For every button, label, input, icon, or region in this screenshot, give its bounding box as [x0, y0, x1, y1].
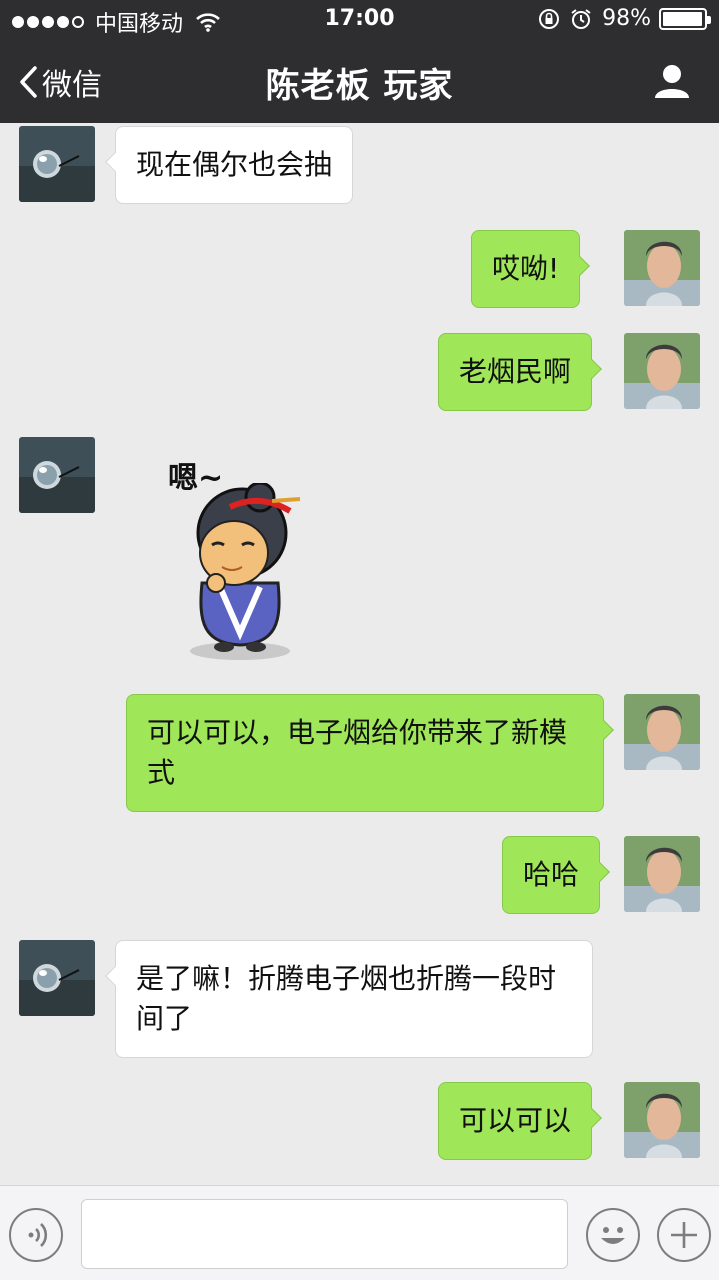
input-bar: [0, 1185, 719, 1280]
battery-fill: [663, 11, 703, 26]
emoji-button[interactable]: [586, 1208, 640, 1262]
message-bubble-outgoing[interactable]: 可以可以，电子烟给你带来了新模式: [126, 694, 614, 812]
my-avatar[interactable]: [624, 333, 700, 409]
contact-avatar[interactable]: [19, 940, 95, 1016]
message-bubble-outgoing[interactable]: 哈哈: [502, 836, 610, 914]
message-bubble-incoming[interactable]: 是了嘛！折腾电子烟也折腾一段时间了: [105, 940, 593, 1058]
bubble-tail: [570, 256, 591, 276]
voice-icon: [28, 1223, 48, 1247]
message-text: 现在偶尔也会抽: [136, 148, 333, 181]
contact-avatar[interactable]: [19, 437, 95, 513]
chat-title: 陈老板 玩家: [265, 66, 454, 106]
message-text: 哈哈: [523, 858, 580, 891]
lock-rotation-icon: [539, 8, 560, 29]
top-bar: 中国移动 17:00 98% 微信 陈老板 玩家: [0, 0, 719, 123]
message-bubble-incoming[interactable]: 现在偶尔也会抽: [105, 126, 354, 204]
message-bubble-outgoing[interactable]: 哎呦!: [471, 230, 591, 308]
alarm-icon: [571, 8, 591, 29]
status-right: 98%: [538, 6, 711, 31]
bubble-tail: [590, 862, 610, 882]
message-text: 可以可以，电子烟给你带来了新模式: [147, 716, 568, 789]
bubble-tail: [594, 720, 614, 740]
my-avatar[interactable]: [624, 230, 700, 306]
my-avatar[interactable]: [624, 836, 700, 912]
status-bar: 中国移动 17:00 98%: [0, 0, 719, 40]
plus-icon: [671, 1222, 697, 1248]
message-list[interactable]: 现在偶尔也会抽 哎呦! 老烟民啊 嗯~ 可以可以，电子烟给你带来了新模式 哈哈 …: [0, 123, 719, 1185]
nav-bar: 微信 陈老板 玩家: [0, 40, 719, 123]
message-text: 老烟民啊: [459, 355, 572, 388]
battery-icon: [659, 7, 711, 30]
message-input[interactable]: [81, 1199, 568, 1269]
bubble-tail: [105, 966, 125, 986]
sticker-image[interactable]: [160, 483, 320, 663]
voice-button[interactable]: [9, 1208, 63, 1262]
message-text: 哎呦!: [492, 252, 560, 285]
message-bubble-outgoing[interactable]: 可以可以: [438, 1082, 602, 1160]
battery-nub: [707, 15, 711, 24]
bubble-tail: [582, 359, 602, 379]
profile-icon[interactable]: [653, 62, 691, 100]
message-text: 是了嘛！折腾电子烟也折腾一段时间了: [136, 962, 557, 1035]
message-bubble-outgoing[interactable]: 老烟民啊: [438, 333, 602, 411]
my-avatar[interactable]: [624, 694, 700, 770]
bubble-tail: [105, 152, 125, 172]
contact-avatar[interactable]: [19, 126, 95, 202]
more-button[interactable]: [657, 1208, 711, 1262]
my-avatar[interactable]: [624, 1082, 700, 1158]
bubble-tail: [582, 1108, 602, 1128]
emoji-icon: [601, 1227, 625, 1244]
message-text: 可以可以: [459, 1104, 572, 1137]
battery-percent: 98%: [602, 6, 651, 31]
